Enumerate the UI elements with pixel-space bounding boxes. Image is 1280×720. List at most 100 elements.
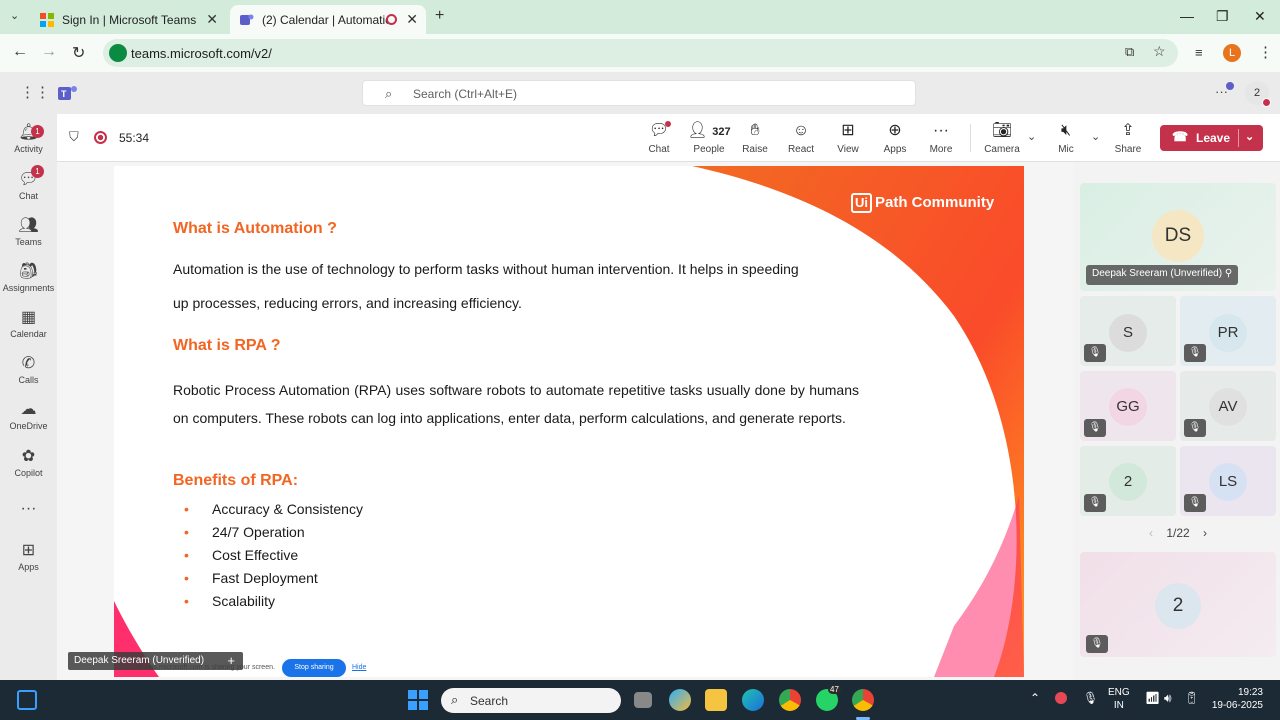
rail-label: Calendar: [10, 329, 47, 339]
maximize-icon[interactable]: ❐: [1216, 8, 1229, 25]
tab-sign-in[interactable]: Sign In | Microsoft Teams ✕: [30, 5, 226, 34]
uipath-community-logo: Ui Path Community: [851, 193, 994, 213]
battery-icon[interactable]: 🔋︎: [1184, 692, 1199, 705]
clock[interactable]: 19:23 19-06-2025: [1207, 686, 1263, 712]
rail-activity[interactable]: 🔔︎ 1 Activity: [0, 123, 57, 154]
control-label: Chat: [648, 144, 670, 155]
volume-icon[interactable]: 🔊︎: [1164, 692, 1172, 705]
mic-button[interactable]: 🔇︎ Mic: [1044, 120, 1088, 155]
site-info-icon[interactable]: [109, 44, 127, 62]
account-initial: 2: [1253, 87, 1261, 99]
hide-link[interactable]: Hide: [352, 664, 366, 671]
more-button[interactable]: ··· More: [919, 120, 963, 155]
address-bar[interactable]: teams.microsoft.com/v2/ ⧉ ☆: [103, 39, 1178, 67]
calendar-icon: ▦: [20, 309, 37, 326]
next-page-icon[interactable]: ›: [1203, 526, 1207, 540]
heading-benefits: Benefits of RPA:: [173, 472, 299, 489]
participant-tile[interactable]: S 🎙︎: [1080, 296, 1176, 366]
presenter-name: Deepak Sreeram (Unverified): [74, 655, 205, 666]
avatar-initials: GG: [1116, 398, 1140, 415]
bookmark-star-icon[interactable]: ☆: [1153, 43, 1166, 60]
heading-automation: What is Automation ?: [173, 220, 337, 237]
camera-button[interactable]: 📷︎ Camera: [980, 120, 1024, 155]
raise-hand-button[interactable]: ✋︎ Raise: [733, 120, 777, 155]
list-item: • Fast Deployment: [184, 570, 318, 586]
view-button[interactable]: ⊞ View: [826, 120, 870, 155]
show-hidden-icons[interactable]: ⌃: [1030, 692, 1040, 705]
mic-options-chevron-icon[interactable]: ⌄: [1091, 130, 1100, 143]
rail-calendar[interactable]: ▦ Calendar: [0, 308, 57, 339]
rail-more[interactable]: ···: [0, 499, 57, 519]
search-box[interactable]: ⌕ Search (Ctrl+Alt+E): [362, 80, 916, 106]
tab-search-chevron-icon[interactable]: ⌄: [10, 9, 19, 22]
app-launcher-icon[interactable]: ⋮⋮: [20, 83, 50, 101]
leave-label: Leave: [1196, 131, 1231, 145]
rail-assignments[interactable]: 🎒︎ Assignments: [0, 262, 57, 293]
previous-page-icon[interactable]: ‹: [1149, 526, 1153, 540]
featured-participant-tile[interactable]: DS Deepak Sreeram (Unverified) ⚲: [1080, 183, 1276, 291]
paragraph-rpa: Robotic Process Automation (RPA) uses so…: [173, 382, 859, 426]
minimize-icon[interactable]: —: [1180, 8, 1194, 24]
pin-plus-icon[interactable]: +: [227, 653, 235, 668]
participant-tile[interactable]: AV 🎙︎: [1180, 371, 1276, 441]
rail-copilot[interactable]: ✿ Copilot: [0, 447, 57, 478]
chrome-icon[interactable]: [779, 689, 801, 711]
people-button[interactable]: 👤︎ 327 People: [684, 120, 734, 155]
task-view-icon[interactable]: [634, 692, 652, 708]
apps-button[interactable]: ⊕ Apps: [873, 120, 917, 155]
microphone-icon[interactable]: 🎙︎: [1083, 692, 1098, 705]
benefit-text: 24/7 Operation: [212, 524, 305, 540]
mic-muted-icon: 🎙︎: [1184, 344, 1206, 362]
taskbar-search[interactable]: ⌕ Search: [441, 688, 621, 713]
install-app-icon[interactable]: ⧉: [1125, 44, 1134, 60]
recording-tray-icon[interactable]: [1055, 692, 1067, 704]
leave-button[interactable]: ☎ Leave ⌄: [1160, 125, 1263, 151]
chevron-down-icon[interactable]: ⌄: [1245, 130, 1254, 143]
language-indicator[interactable]: ENG IN: [1108, 686, 1130, 712]
participant-pager: ‹ 1/22 ›: [1080, 526, 1276, 540]
start-button-icon[interactable]: [408, 690, 428, 710]
widgets-icon[interactable]: [17, 690, 37, 710]
self-view-tile[interactable]: 2 🎙︎: [1080, 552, 1276, 657]
shared-slide: Ui Path Community What is Automation ? Au…: [114, 166, 1024, 677]
reload-icon[interactable]: ↻: [72, 43, 85, 63]
participant-tile[interactable]: LS 🎙︎: [1180, 446, 1276, 516]
tab-search-icon[interactable]: ≡: [1195, 45, 1203, 60]
rail-chat[interactable]: 💬︎ 1 Chat: [0, 165, 57, 201]
back-icon[interactable]: ←: [12, 43, 28, 61]
bullet: •: [184, 570, 189, 586]
control-label: More: [929, 144, 953, 155]
participant-tile[interactable]: 2 🎙︎: [1080, 446, 1176, 516]
account-avatar[interactable]: 2: [1245, 81, 1271, 107]
chat-button[interactable]: 💬︎ Chat: [637, 120, 681, 155]
tab-calendar[interactable]: (2) Calendar | Automation D ✕: [230, 5, 426, 34]
rail-teams[interactable]: 👥︎ Teams: [0, 216, 57, 247]
edge-icon[interactable]: [742, 689, 764, 711]
react-button[interactable]: ☺ React: [779, 120, 823, 155]
participant-tile[interactable]: GG 🎙︎: [1080, 371, 1176, 441]
new-tab-icon[interactable]: +: [435, 7, 444, 25]
copilot-app-icon[interactable]: [669, 689, 691, 711]
participant-tile[interactable]: PR 🎙︎: [1180, 296, 1276, 366]
camera-options-chevron-icon[interactable]: ⌄: [1027, 130, 1036, 143]
bullet: •: [184, 524, 189, 540]
stop-sharing-button[interactable]: Stop sharing: [282, 659, 346, 677]
rail-label: Teams: [15, 237, 42, 247]
teams-icon: 👥︎: [18, 217, 39, 234]
close-window-icon[interactable]: ✕: [1254, 8, 1266, 25]
chrome-profile-icon[interactable]: [852, 689, 874, 711]
forward-icon[interactable]: →: [41, 43, 57, 61]
share-button[interactable]: ⇪ Share: [1106, 120, 1150, 155]
browser-profile-avatar[interactable]: L: [1223, 44, 1241, 62]
rail-onedrive[interactable]: ☁︎ OneDrive: [0, 400, 57, 431]
browser-toolbar: ← → ↻ teams.microsoft.com/v2/ ⧉ ☆ ≡ ⋮: [0, 34, 1280, 72]
mic-muted-icon: 🔇︎: [1060, 122, 1072, 139]
teams-header: ⋮⋮ T ⌕ Search (Ctrl+Alt+E) ··· 2: [0, 72, 1280, 114]
tab-close-icon[interactable]: ✕: [206, 11, 218, 28]
rail-calls[interactable]: ✆ Calls: [0, 354, 57, 385]
tab-close-icon[interactable]: ✕: [406, 11, 418, 28]
rail-apps[interactable]: ⊞ Apps: [0, 541, 57, 572]
extensions-menu-icon[interactable]: ⋮: [1258, 43, 1273, 61]
file-explorer-icon[interactable]: [705, 689, 727, 711]
wifi-icon[interactable]: 📶︎: [1145, 692, 1160, 705]
